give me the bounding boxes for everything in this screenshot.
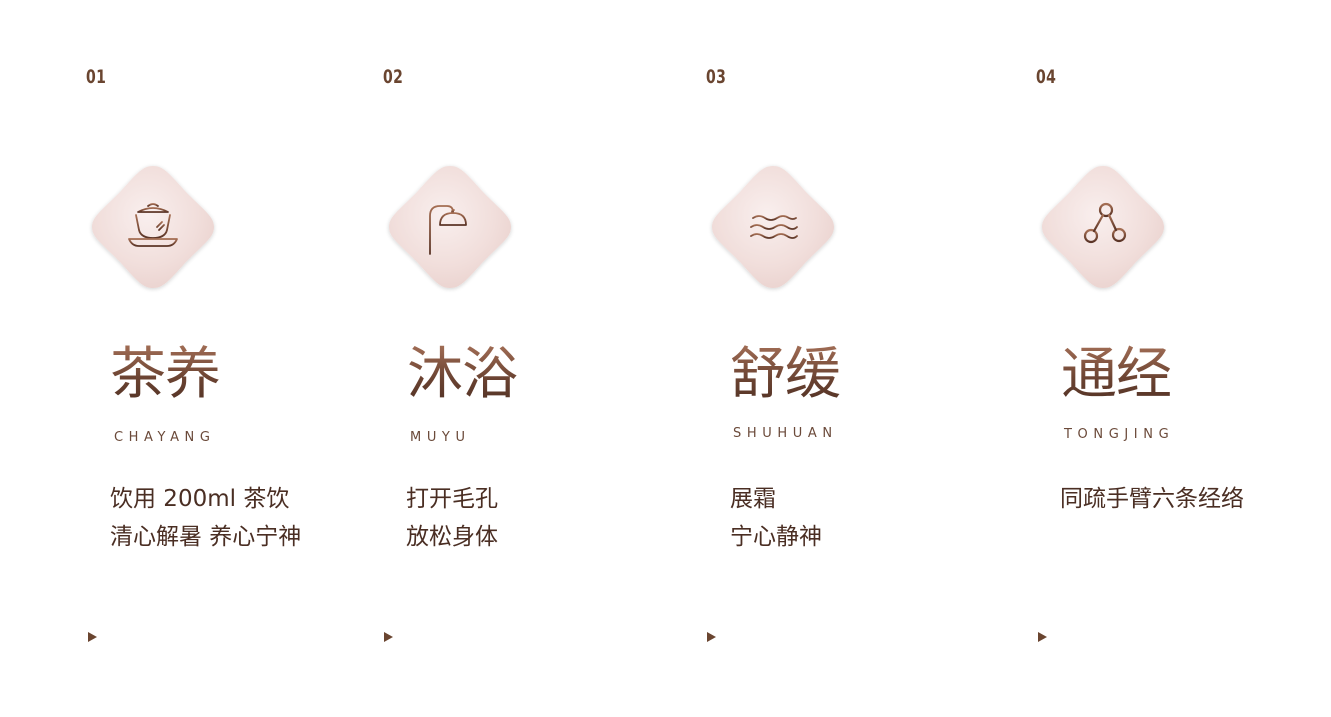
description-line: 同疏手臂六条经络: [1060, 486, 1244, 512]
step-number: 04: [1036, 66, 1057, 88]
step-tongjing: 04 通经 TONGJING 同疏手臂六条经络: [0, 0, 1331, 717]
steps-page: 01 茶养 CHAYANG 饮用 200ml 茶饮 清心解暑 养心宁神 02 沐…: [0, 0, 1331, 717]
step-pinyin: TONGJING: [1064, 427, 1175, 442]
meridian-tile: [1036, 160, 1170, 294]
step-description: 同疏手臂六条经络: [1060, 480, 1244, 518]
step-title: 通经: [1061, 340, 1172, 410]
play-arrow-icon[interactable]: [1038, 632, 1047, 642]
